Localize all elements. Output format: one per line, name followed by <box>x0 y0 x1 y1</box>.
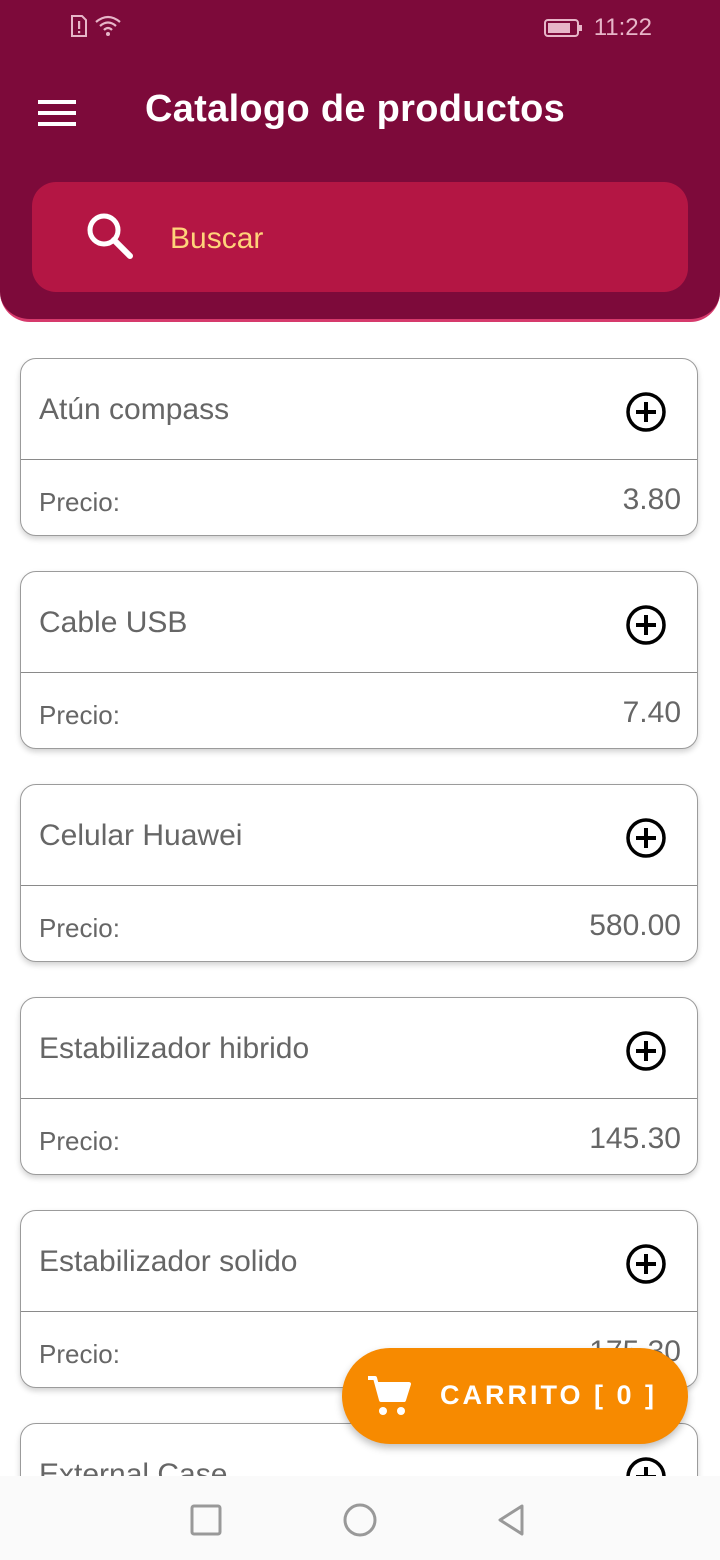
divider <box>21 1098 697 1099</box>
add-circle-icon[interactable] <box>625 391 667 433</box>
price-value: 580.00 <box>589 909 681 942</box>
back-icon[interactable] <box>492 1500 532 1540</box>
hamburger-menu-icon <box>38 100 76 126</box>
product-name: External Case <box>39 1458 228 1476</box>
app-header: 11:22 Catalogo de productos <box>0 0 720 322</box>
add-circle-icon[interactable] <box>625 604 667 646</box>
add-circle-icon[interactable] <box>625 1456 667 1476</box>
home-icon[interactable] <box>340 1500 380 1540</box>
search-input[interactable] <box>168 218 672 260</box>
product-card: Atún compass Precio: 3.80 <box>20 358 698 536</box>
divider <box>21 885 697 886</box>
product-card: Celular Huawei Precio: 580.00 <box>20 784 698 962</box>
price-label: Precio: <box>39 487 120 517</box>
status-bar: 11:22 <box>0 0 720 56</box>
status-time: 11:22 <box>593 14 652 41</box>
system-nav-bar <box>0 1476 720 1560</box>
wifi-icon <box>95 15 121 36</box>
search-icon <box>87 213 133 259</box>
product-name: Estabilizador solido <box>39 1245 298 1278</box>
divider <box>21 1311 697 1312</box>
add-circle-icon[interactable] <box>625 817 667 859</box>
status-icons-right: 11:22 <box>543 14 652 42</box>
product-name: Cable USB <box>39 606 188 639</box>
status-icons-left <box>70 14 124 38</box>
product-list: Atún compass Precio: 3.80 Cable USB Prec… <box>0 358 720 1476</box>
divider <box>21 672 697 673</box>
product-name: Estabilizador hibrido <box>39 1032 310 1065</box>
sim-alert-icon <box>71 15 87 37</box>
price-value: 7.40 <box>622 696 681 729</box>
product-name: Celular Huawei <box>39 819 243 852</box>
shopping-cart-icon <box>368 1376 411 1415</box>
cart-button[interactable]: CARRITO [ 0 ] <box>342 1348 688 1444</box>
recent-apps-icon[interactable] <box>186 1500 226 1540</box>
product-card: Estabilizador hibrido Precio: 145.30 <box>20 997 698 1175</box>
add-circle-icon[interactable] <box>625 1030 667 1072</box>
divider <box>21 459 697 460</box>
add-circle-icon[interactable] <box>625 1243 667 1285</box>
cart-label: CARRITO [ 0 ] <box>440 1380 658 1410</box>
menu-button[interactable] <box>30 86 84 140</box>
price-value: 145.30 <box>589 1122 681 1155</box>
page-title: Catalogo de productos <box>145 88 566 130</box>
price-label: Precio: <box>39 913 120 943</box>
product-card: Cable USB Precio: 7.40 <box>20 571 698 749</box>
search-bar[interactable] <box>32 182 688 292</box>
price-label: Precio: <box>39 1126 120 1156</box>
price-value: 3.80 <box>622 483 681 516</box>
battery-icon <box>543 19 582 37</box>
product-name: Atún compass <box>39 393 230 426</box>
price-label: Precio: <box>39 1339 120 1369</box>
price-label: Precio: <box>39 700 120 730</box>
